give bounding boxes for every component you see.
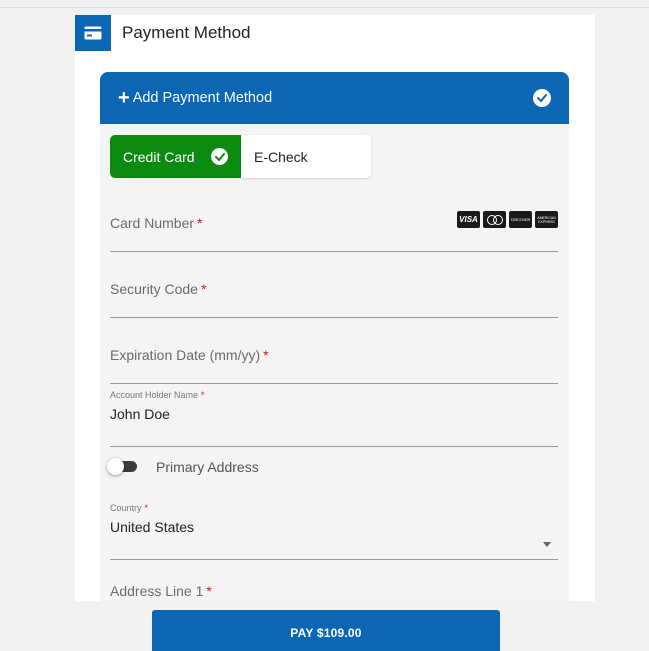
account-holder-value: John Doe — [110, 406, 170, 422]
top-divider — [0, 7, 649, 8]
country-value: United States — [110, 519, 195, 535]
echeck-label: E-Check — [254, 148, 308, 165]
account-holder-label: Account Holder Name * — [110, 390, 205, 400]
payment-page: Payment Method + Add Payment Method Cred… — [75, 15, 595, 601]
credit-card-label: Credit Card — [123, 148, 195, 165]
check-circle-icon — [211, 148, 228, 165]
expiration-date-field[interactable]: Expiration Date (mm/yy) * — [110, 347, 558, 384]
card-header[interactable]: + Add Payment Method — [100, 72, 569, 124]
amex-logo-icon: AMERICAN EXPRESS — [535, 211, 558, 228]
plus-icon: + — [118, 87, 130, 109]
primary-address-label: Primary Address — [156, 459, 259, 475]
pay-button[interactable]: PAY $109.00 — [152, 610, 500, 651]
card-header-title: Add Payment Method — [132, 90, 273, 106]
toggle-thumb — [107, 458, 124, 475]
dropdown-arrow-icon — [543, 542, 551, 547]
card-number-label: Card Number * — [110, 215, 203, 231]
card-number-field[interactable]: Card Number * VISA DISCOVER AMERICAN EXPR… — [110, 211, 558, 252]
check-circle-icon — [533, 89, 551, 107]
security-code-field[interactable]: Security Code * — [110, 281, 558, 318]
section-title: Payment Method — [122, 23, 251, 42]
mastercard-logo-icon — [483, 211, 506, 228]
security-code-label: Security Code * — [110, 281, 207, 297]
echeck-button[interactable]: E-Check — [241, 135, 371, 178]
add-payment-card: + Add Payment Method Credit Card E-Check… — [100, 72, 569, 601]
address-line-1-field[interactable]: Address Line 1 * — [110, 583, 558, 601]
country-label: Country * — [110, 503, 149, 513]
credit-card-button[interactable]: Credit Card — [110, 135, 241, 178]
credit-card-icon — [75, 15, 111, 51]
card-brand-logos: VISA DISCOVER AMERICAN EXPRESS — [457, 211, 558, 228]
section-header: Payment Method — [75, 15, 595, 51]
account-holder-field[interactable]: Account Holder Name * John Doe — [110, 390, 558, 447]
visa-logo-icon: VISA — [457, 211, 480, 228]
country-select[interactable]: Country * United States — [110, 503, 558, 560]
payment-type-toggle: Credit Card E-Check — [110, 135, 371, 178]
expiration-date-label: Expiration Date (mm/yy) * — [110, 347, 269, 363]
discover-logo-icon: DISCOVER — [509, 211, 532, 228]
primary-address-toggle[interactable] — [107, 458, 141, 476]
address-line-1-label: Address Line 1 * — [110, 583, 212, 599]
